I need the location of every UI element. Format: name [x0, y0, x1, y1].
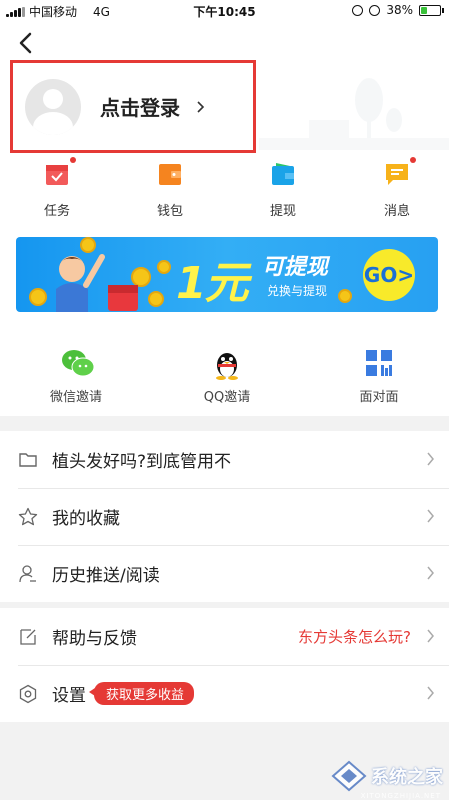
banner-go-button[interactable]: GO> [363, 249, 415, 301]
alarm-icon [369, 4, 381, 16]
how-to-play-link[interactable]: 东方头条怎么玩? [298, 626, 411, 647]
banner-amount: 1元 [176, 258, 249, 309]
status-bar: 中国移动 4G 下午10:45 38% [0, 0, 449, 20]
qr-grid-icon [364, 348, 394, 378]
invite-label: 面对面 [359, 390, 399, 405]
edit-icon [20, 628, 36, 645]
withdraw-icon [270, 161, 296, 187]
quick-actions: 任务 钱包 提现 消息 [0, 153, 449, 228]
battery-icon [419, 4, 444, 16]
message-badge-dot [410, 157, 416, 163]
menu-list-secondary: 帮助与反馈 东方头条怎么玩? 设置 获取更多收益 [0, 608, 449, 722]
invite-qq[interactable]: QQ邀请 [172, 348, 282, 405]
avatar [25, 78, 81, 135]
banner-section: 1元 可提现 兑换与提现 GO> [0, 228, 449, 324]
menu-item-label: 我的收藏 [52, 509, 120, 529]
chevron-right-icon [427, 686, 434, 700]
watermark-text: 系统之家 [371, 767, 443, 788]
menu-item-settings[interactable]: 设置 获取更多收益 [0, 665, 449, 722]
menu-item-label: 植头发好吗?到底管用不 [52, 452, 232, 472]
menu-item-label: 设置 [52, 686, 86, 706]
profile-header: 点击登录 [0, 20, 449, 153]
quick-action-label: 消息 [383, 204, 410, 219]
watermark-subtext: XITONGZHIJIA.NET [360, 792, 441, 800]
avatar-head-shape [43, 88, 63, 109]
coin-decoration [338, 289, 352, 303]
chevron-right-icon [427, 509, 434, 523]
invite-label: QQ邀请 [203, 390, 251, 405]
battery-fill [421, 6, 428, 14]
message-icon [384, 157, 416, 187]
status-right: 38% [352, 3, 444, 17]
menu-item-label: 历史推送/阅读 [52, 566, 160, 586]
star-icon [18, 507, 38, 525]
invite-wechat[interactable]: 微信邀请 [21, 348, 131, 405]
quick-action-label: 任务 [43, 204, 70, 219]
rotation-lock-icon [352, 4, 364, 16]
watermark-logo-icon [331, 760, 367, 792]
quick-action-wallet[interactable]: 钱包 [140, 161, 200, 219]
wechat-icon [61, 348, 95, 378]
back-arrow-icon[interactable] [14, 28, 40, 58]
quick-action-label: 钱包 [156, 204, 183, 219]
banner-subtitle: 兑换与提现 [267, 284, 328, 298]
folder-icon [19, 452, 37, 467]
banner-title: 可提现 [262, 255, 329, 280]
withdraw-promo-banner[interactable]: 1元 可提现 兑换与提现 GO> [16, 237, 438, 312]
hexagon-settings-icon [19, 684, 37, 703]
menu-item-favorites[interactable]: 我的收藏 [0, 488, 449, 545]
invite-section: 微信邀请 QQ邀请 面对面 [0, 324, 449, 416]
login-button[interactable]: 点击登录 [10, 60, 256, 153]
chevron-right-icon [427, 452, 434, 466]
quick-action-withdraw[interactable]: 提现 [253, 161, 313, 219]
person-history-icon [19, 564, 36, 582]
site-watermark: 系统之家 XITONGZHIJIA.NET [331, 760, 443, 800]
login-label: 点击登录 [100, 96, 180, 120]
battery-percent: 38% [386, 3, 413, 17]
invite-face-to-face[interactable]: 面对面 [324, 348, 434, 405]
menu-item-label: 帮助与反馈 [52, 629, 137, 649]
decorative-background-illustration [259, 78, 449, 150]
menu-list-primary: 植头发好吗?到底管用不 我的收藏 历史推送/阅读 [0, 431, 449, 602]
quick-action-label: 提现 [269, 204, 296, 219]
task-icon [44, 157, 76, 187]
menu-item-article[interactable]: 植头发好吗?到底管用不 [0, 431, 449, 488]
invite-label: 微信邀请 [49, 390, 102, 405]
wallet-icon [157, 161, 183, 187]
menu-item-help-feedback[interactable]: 帮助与反馈 东方头条怎么玩? [0, 608, 449, 665]
chevron-right-icon [197, 100, 205, 113]
qq-icon [212, 348, 242, 380]
quick-action-message[interactable]: 消息 [367, 157, 427, 219]
task-badge-dot [70, 157, 76, 163]
banner-person-illustration [29, 237, 171, 312]
chevron-right-icon [427, 629, 434, 643]
chevron-right-icon [427, 566, 434, 580]
earn-more-badge: 获取更多收益 [88, 682, 195, 705]
avatar-body-shape [33, 111, 73, 135]
menu-item-history[interactable]: 历史推送/阅读 [0, 545, 449, 602]
quick-action-task[interactable]: 任务 [27, 157, 87, 219]
